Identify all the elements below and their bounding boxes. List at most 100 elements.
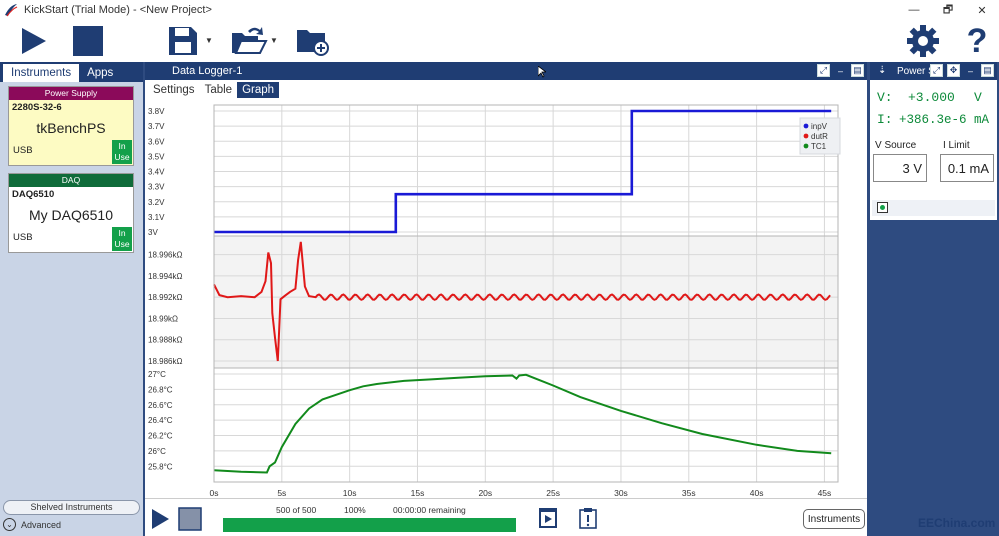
y-tick-label: 26.4°C <box>148 416 173 425</box>
instruments-button[interactable]: Instruments <box>803 509 865 529</box>
x-tick-label: 0s <box>210 488 219 498</box>
y-tick-label: 3.7V <box>148 122 165 131</box>
y-tick-label: 3.8V <box>148 107 165 116</box>
restore-button[interactable]: 🗗 <box>931 0 965 20</box>
x-tick-label: 35s <box>682 488 696 498</box>
data-logger-titlebar: Data Logger-1 ⤢ – ▤ <box>145 62 867 80</box>
plot-panel-1 <box>214 236 838 368</box>
legend-marker <box>803 143 809 149</box>
shelved-instruments-button[interactable]: Shelved Instruments <box>3 500 140 515</box>
gear-icon <box>907 25 939 57</box>
folder-plus-icon <box>297 30 329 56</box>
card-header: Power Supply <box>9 87 133 100</box>
voltage-unit: V <box>974 90 982 105</box>
maximize-panel-icon[interactable]: ▤ <box>851 64 864 77</box>
tab-instruments[interactable]: Instruments <box>3 64 80 82</box>
pin-icon[interactable]: ⇣ <box>878 65 886 76</box>
save-button[interactable] <box>165 24 201 58</box>
legend-marker <box>803 123 809 129</box>
kickstart-logo-icon <box>5 4 18 17</box>
i-limit-label: I Limit <box>943 140 970 151</box>
maximize-panel-icon[interactable]: ▤ <box>981 64 994 77</box>
voltage-label: V: <box>877 90 893 105</box>
progress-bar <box>223 518 516 532</box>
stop-logger-button[interactable] <box>178 507 202 531</box>
card-connection: USB <box>13 232 33 243</box>
help-button[interactable]: ? <box>960 22 994 60</box>
title-bar: KickStart (Trial Mode) - <New Project> —… <box>0 0 999 20</box>
v-source-field[interactable]: 3 V <box>873 154 927 182</box>
instruments-panel: Instruments Apps Power Supply 2280S-32-6… <box>0 62 143 536</box>
legend-label: TC1 <box>811 142 827 151</box>
x-tick-label: 45s <box>818 488 832 498</box>
current-label: I: <box>877 112 893 127</box>
minimize-panel-icon[interactable]: – <box>964 64 977 77</box>
graph-area[interactable]: 0s 5s 10s 15s 20s 25s 30s 35s 40s 45s 3.8V 3.7V 3.6V… <box>146 102 866 498</box>
y-tick-label: 3.2V <box>148 198 165 207</box>
minimize-panel-icon[interactable]: – <box>834 64 847 77</box>
i-limit-field[interactable]: 0.1 mA <box>940 154 994 182</box>
mouse-cursor-icon <box>538 66 546 78</box>
y-tick-label: 18.992kΩ <box>148 293 182 302</box>
tab-settings[interactable]: Settings <box>148 82 200 98</box>
logger-controls: 500 of 500 100% 00:00:00 remaining Instr… <box>145 498 867 536</box>
progress-count: 500 of 500 <box>276 505 317 515</box>
x-tick-label: 10s <box>343 488 357 498</box>
y-tick-label: 25.8°C <box>148 462 173 471</box>
data-logger-chart[interactable]: 0s 5s 10s 15s 20s 25s 30s 35s 40s 45s 3.8V 3.7V 3.6V… <box>146 102 866 498</box>
stop-button[interactable] <box>70 24 106 58</box>
y-tick-label: 18.988kΩ <box>148 336 182 345</box>
export-icon[interactable] <box>538 507 558 529</box>
y-tick-label: 3.5V <box>148 152 165 161</box>
chevron-down-icon: ⌄ <box>3 518 16 531</box>
y-tick-label: 18.996kΩ <box>148 251 182 260</box>
open-dropdown-chevron-icon[interactable]: ▼ <box>270 36 278 45</box>
tab-graph[interactable]: Graph <box>237 82 280 98</box>
card-name: My DAQ6510 <box>28 207 114 223</box>
panel-title: Data Logger-1 <box>172 65 243 77</box>
new-folder-button[interactable] <box>294 24 330 58</box>
output-indicator[interactable] <box>877 202 888 213</box>
advanced-toggle[interactable]: ⌄ Advanced <box>3 518 61 531</box>
main-toolbar: ▼ ▼ ? <box>0 20 999 62</box>
x-tick-label: 30s <box>614 488 628 498</box>
close-button[interactable]: ✕ <box>965 0 999 20</box>
power-supply-card[interactable]: Power Supply 2280S-32-6 tkBenchPS USB In… <box>8 86 134 166</box>
run-button[interactable] <box>16 24 50 58</box>
y-tick-label: 18.986kΩ <box>148 357 182 366</box>
y-tick-label: 3.6V <box>148 137 165 146</box>
daq-card[interactable]: DAQ DAQ6510 My DAQ6510 USB In Use <box>8 173 134 253</box>
popout-icon[interactable]: ⤢ <box>930 64 943 77</box>
y-tick-label: 26.8°C <box>148 385 173 394</box>
progress-percent: 100% <box>344 505 366 515</box>
x-tick-label: 20s <box>478 488 492 498</box>
v-source-label: V Source <box>875 140 917 151</box>
card-name: tkBenchPS <box>36 120 106 136</box>
move-icon[interactable]: ✥ <box>947 64 960 77</box>
tab-table[interactable]: Table <box>200 82 238 98</box>
y-tick-label: 3V <box>148 228 158 237</box>
legend-label: dutR <box>811 132 828 141</box>
clipboard-alert-icon[interactable] <box>579 507 597 529</box>
y-tick-label: 26.6°C <box>148 401 173 410</box>
power-supply-titlebar: Power S ⤢ ✥ – ▤ <box>870 62 997 80</box>
y-tick-label: 3.1V <box>148 213 165 222</box>
open-button[interactable] <box>229 24 269 58</box>
card-model: 2280S-32-6 <box>12 102 62 113</box>
save-dropdown-chevron-icon[interactable]: ▼ <box>205 36 213 45</box>
data-logger-tabs: Settings Table Graph <box>145 80 867 100</box>
y-tick-label: 18.994kΩ <box>148 272 182 281</box>
settings-button[interactable] <box>905 24 941 58</box>
card-model: DAQ6510 <box>12 189 55 200</box>
voltage-reading: +3.000 <box>908 90 955 105</box>
window-title: KickStart (Trial Mode) - <New Project> <box>24 4 212 16</box>
tab-apps[interactable]: Apps <box>79 64 121 82</box>
card-header: DAQ <box>9 174 133 187</box>
data-logger-panel: Data Logger-1 ⤢ – ▤ Settings Table Graph… <box>145 62 867 536</box>
minimize-button[interactable]: — <box>897 0 931 20</box>
legend-marker <box>803 133 809 139</box>
popout-icon[interactable]: ⤢ <box>817 64 830 77</box>
x-tick-label: 40s <box>750 488 764 498</box>
run-logger-button[interactable] <box>150 508 170 530</box>
y-tick-label: 3.3V <box>148 183 165 192</box>
